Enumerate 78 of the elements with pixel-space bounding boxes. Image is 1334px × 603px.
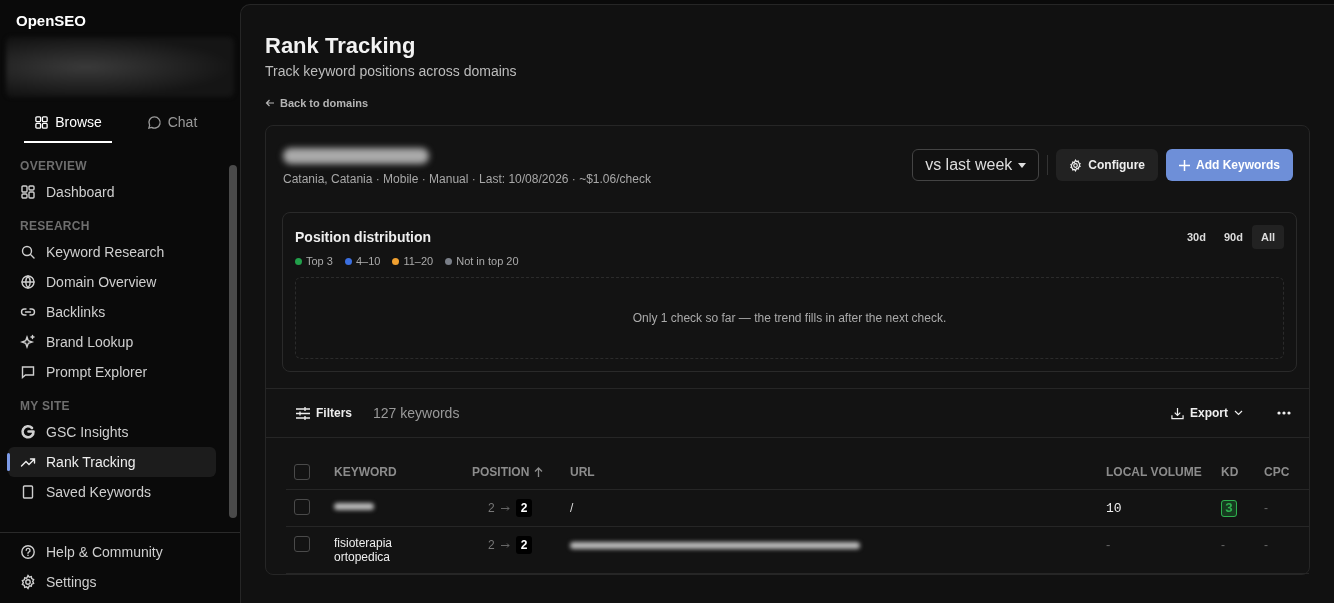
section-heading: MY SITE [19, 398, 71, 415]
legend-label: 11–20 [403, 255, 434, 267]
sliders-icon [296, 406, 310, 420]
position-badge: 2 [515, 536, 533, 554]
previous-position: 2 [488, 538, 495, 552]
keyword-cell[interactable]: fisioterapia ortopedica [334, 536, 414, 564]
volume-cell: - [1106, 537, 1111, 552]
back-link[interactable]: Back to domains [265, 97, 369, 109]
export-button[interactable]: Export [1167, 402, 1247, 424]
cpc-cell: - [1264, 501, 1268, 515]
column-header[interactable]: POSITION [472, 465, 570, 479]
settings-icon [1069, 158, 1083, 172]
ellipsis-icon [1277, 411, 1291, 415]
column-header[interactable]: CPC [1264, 465, 1309, 479]
empty-message: Only 1 check so far — the trend fills in after the next check. [632, 311, 947, 325]
settings-icon [20, 574, 36, 590]
column-header[interactable]: KEYWORD [334, 465, 472, 479]
sidebar-item[interactable]: Dashboard [8, 177, 216, 207]
sidebar-item[interactable]: Prompt Explorer [8, 357, 216, 387]
compare-dropdown[interactable]: vs last week [912, 149, 1040, 181]
configure-button[interactable]: Configure [1056, 149, 1158, 181]
grid-icon [34, 114, 50, 130]
legend-label: Not in top 20 [456, 255, 519, 267]
range-tab[interactable]: All [1251, 225, 1284, 249]
sidebar-tab[interactable]: Browse [24, 103, 112, 143]
checkbox[interactable] [294, 499, 310, 515]
grid-icon [20, 184, 36, 200]
search-icon [20, 244, 36, 260]
checkbox[interactable] [294, 536, 310, 552]
project-meta: Catania, Catania · Mobile · Manual · Last: 10/08/2026 · ~$1.06/check [283, 172, 651, 186]
chat-bubble-icon [146, 114, 162, 130]
redacted-block[interactable] [6, 37, 234, 97]
sidebar-item[interactable]: Rank Tracking [8, 447, 216, 477]
cpc-cell: - [1264, 538, 1268, 552]
section-heading: RESEARCH [19, 218, 91, 235]
chevron-down-icon [1234, 410, 1243, 416]
right-arrow-icon [500, 505, 510, 511]
column-header[interactable]: URL [570, 465, 1106, 479]
plus-icon [1179, 159, 1190, 171]
globe-icon [20, 274, 36, 290]
panel-title: Position distribution [295, 229, 432, 245]
sidebar-item[interactable]: Keyword Research [8, 237, 216, 267]
previous-position: 2 [488, 501, 495, 515]
legend-label: Top 3 [306, 255, 333, 267]
caret-icon [1018, 162, 1027, 168]
g-icon [20, 424, 36, 440]
legend-label: 4–10 [355, 255, 381, 267]
redacted-block [334, 503, 374, 510]
sidebar-item[interactable]: Help & Community [8, 537, 232, 567]
sidebar-item[interactable]: Saved Keywords [8, 477, 216, 507]
page-subtitle: Track keyword positions across domains [265, 63, 518, 79]
difficulty-badge: 3 [1221, 500, 1237, 517]
range-tab[interactable]: 30d [1178, 225, 1215, 249]
filters-button[interactable]: Filters [296, 406, 352, 420]
column-header[interactable]: LOCAL VOLUME [1106, 465, 1221, 479]
page-title: Rank Tracking [265, 33, 417, 59]
download-icon [1171, 406, 1184, 420]
sidebar-item[interactable]: Settings [8, 567, 232, 597]
range-tab[interactable]: 90d [1214, 225, 1252, 249]
help-icon [20, 544, 36, 560]
app-name: OpenSEO [15, 11, 87, 31]
keyword-count: 127 keywords [373, 405, 460, 421]
sidebar-item[interactable]: Backlinks [8, 297, 216, 327]
checkbox[interactable] [294, 464, 310, 480]
sidebar-item[interactable]: Brand Lookup [8, 327, 216, 357]
position-badge: 2 [515, 499, 533, 517]
sidebar-item[interactable]: GSC Insights [8, 417, 216, 447]
difficulty-cell: - [1221, 538, 1225, 552]
url-cell[interactable]: / [570, 501, 574, 515]
volume-cell: 10 [1106, 501, 1122, 516]
section-heading: OVERVIEW [19, 158, 88, 175]
left-arrow-icon [265, 98, 275, 108]
message-icon [20, 364, 36, 380]
sparkle-icon [20, 334, 36, 350]
right-arrow-icon [500, 542, 510, 548]
sidebar-item[interactable]: Domain Overview [8, 267, 216, 297]
sidebar-tab[interactable]: Chat [128, 103, 216, 143]
column-header[interactable]: KD [1221, 465, 1264, 479]
